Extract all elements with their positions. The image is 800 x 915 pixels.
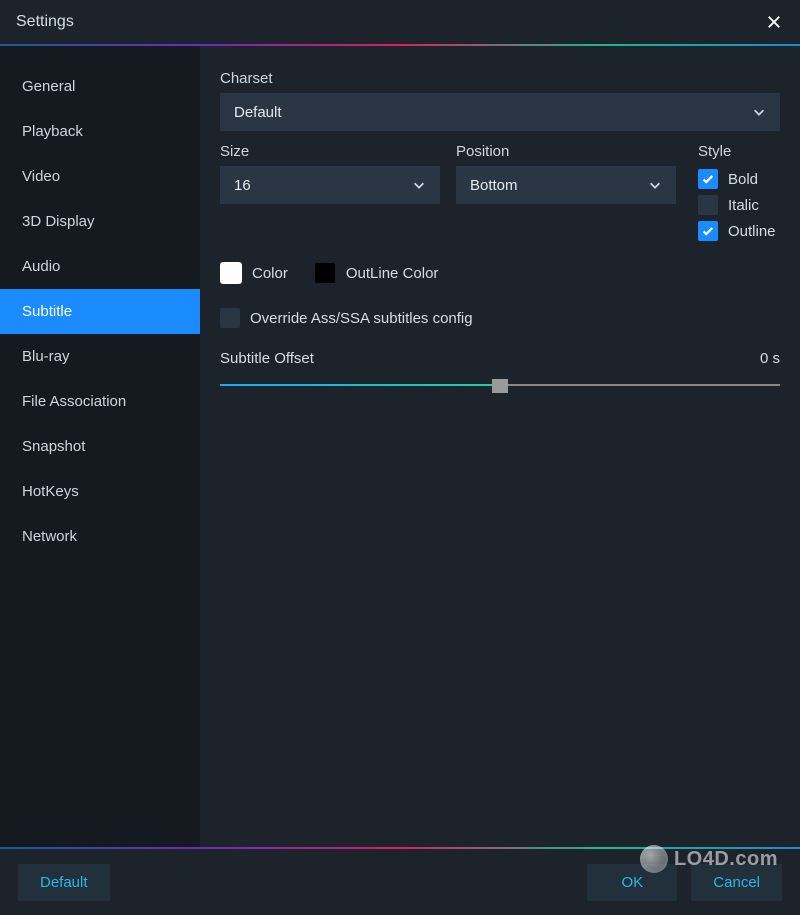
offset-label: Subtitle Offset xyxy=(220,350,314,367)
charset-select[interactable]: Default xyxy=(220,93,780,131)
offset-slider[interactable] xyxy=(220,377,780,393)
outline-color-swatch[interactable] xyxy=(314,262,336,284)
close-button[interactable] xyxy=(764,12,784,32)
cancel-button-label: Cancel xyxy=(713,874,760,891)
sidebar-item-file-association[interactable]: File Association xyxy=(0,379,200,424)
window-title: Settings xyxy=(16,13,74,31)
ok-button[interactable]: OK xyxy=(587,864,677,901)
sidebar-item-subtitle[interactable]: Subtitle xyxy=(0,289,200,334)
checkbox-icon xyxy=(698,221,718,241)
charset-label: Charset xyxy=(220,70,780,87)
slider-thumb[interactable] xyxy=(492,379,508,393)
sidebar-item-video[interactable]: Video xyxy=(0,154,200,199)
position-value: Bottom xyxy=(470,177,518,194)
subtitle-color-swatch[interactable] xyxy=(220,262,242,284)
style-italic-checkbox[interactable]: Italic xyxy=(698,192,780,218)
footer-divider xyxy=(0,847,800,849)
override-label: Override Ass/SSA subtitles config xyxy=(250,310,473,327)
size-select[interactable]: 16 xyxy=(220,166,440,204)
checkbox-icon xyxy=(698,195,718,215)
style-label: Style xyxy=(698,143,780,160)
header-divider xyxy=(0,44,800,46)
sidebar-item-label: Audio xyxy=(22,258,60,275)
checkbox-icon xyxy=(220,308,240,328)
settings-sidebar: General Playback Video 3D Display Audio … xyxy=(0,46,200,847)
settings-content: Charset Default Size 16 Position Bottom xyxy=(200,46,800,847)
sidebar-item-label: Subtitle xyxy=(22,303,72,320)
sidebar-item-label: Network xyxy=(22,528,77,545)
sidebar-item-general[interactable]: General xyxy=(0,64,200,109)
sidebar-item-label: Playback xyxy=(22,123,83,140)
default-button[interactable]: Default xyxy=(18,864,110,901)
default-button-label: Default xyxy=(40,874,88,891)
sidebar-item-label: Snapshot xyxy=(22,438,85,455)
sidebar-item-snapshot[interactable]: Snapshot xyxy=(0,424,200,469)
chevron-down-icon xyxy=(648,178,662,192)
sidebar-item-3d-display[interactable]: 3D Display xyxy=(0,199,200,244)
sidebar-item-label: HotKeys xyxy=(22,483,79,500)
cancel-button[interactable]: Cancel xyxy=(691,864,782,901)
style-bold-label: Bold xyxy=(728,171,758,188)
sidebar-item-playback[interactable]: Playback xyxy=(0,109,200,154)
sidebar-item-label: General xyxy=(22,78,75,95)
size-label: Size xyxy=(220,143,440,160)
chevron-down-icon xyxy=(752,105,766,119)
sidebar-item-hotkeys[interactable]: HotKeys xyxy=(0,469,200,514)
sidebar-item-label: File Association xyxy=(22,393,126,410)
style-outline-checkbox[interactable]: Outline xyxy=(698,218,780,244)
offset-value: 0 s xyxy=(760,350,780,367)
size-value: 16 xyxy=(234,177,251,194)
charset-value: Default xyxy=(234,104,282,121)
checkbox-icon xyxy=(698,169,718,189)
outline-color-label: OutLine Color xyxy=(346,265,439,282)
chevron-down-icon xyxy=(412,178,426,192)
style-italic-label: Italic xyxy=(728,197,759,214)
sidebar-item-label: 3D Display xyxy=(22,213,95,230)
ok-button-label: OK xyxy=(621,874,643,891)
sidebar-item-label: Video xyxy=(22,168,60,185)
close-icon xyxy=(767,15,781,29)
style-bold-checkbox[interactable]: Bold xyxy=(698,166,780,192)
override-subtitles-checkbox[interactable]: Override Ass/SSA subtitles config xyxy=(220,296,780,322)
sidebar-item-bluray[interactable]: Blu-ray xyxy=(0,334,200,379)
sidebar-item-audio[interactable]: Audio xyxy=(0,244,200,289)
sidebar-item-network[interactable]: Network xyxy=(0,514,200,559)
style-outline-label: Outline xyxy=(728,223,776,240)
sidebar-item-label: Blu-ray xyxy=(22,348,70,365)
color-label: Color xyxy=(252,265,288,282)
position-label: Position xyxy=(456,143,676,160)
position-select[interactable]: Bottom xyxy=(456,166,676,204)
